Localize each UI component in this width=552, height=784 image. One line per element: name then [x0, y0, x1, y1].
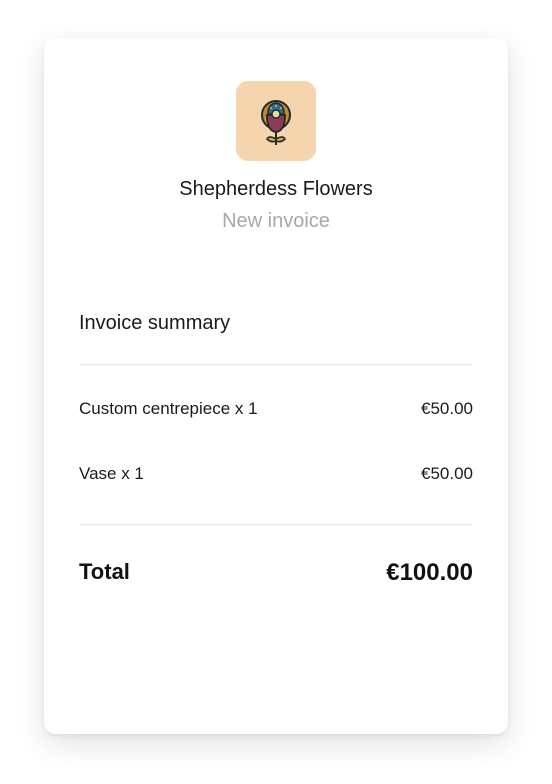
line-item: Custom centrepiece x 1 €50.00: [79, 399, 473, 419]
invoice-card: Shepherdess Flowers New invoice Invoice …: [44, 38, 508, 734]
divider: [79, 364, 473, 365]
invoice-status: New invoice: [222, 210, 330, 232]
merchant-name: Shepherdess Flowers: [179, 178, 373, 200]
invoice-summary-title: Invoice summary: [79, 312, 231, 334]
divider: [79, 524, 473, 525]
line-item-label: Vase x 1: [79, 464, 144, 483]
line-item-label: Custom centrepiece x 1: [79, 399, 258, 418]
flower-logo-icon: [261, 100, 291, 145]
line-item-amount: €50.00: [421, 464, 473, 483]
line-item-amount: €50.00: [421, 399, 473, 418]
line-item: Vase x 1 €50.00: [79, 464, 473, 484]
total-label: Total: [79, 559, 130, 584]
merchant-logo: [236, 81, 316, 161]
total-amount: €100.00: [386, 559, 473, 586]
total-row: Total €100.00: [79, 559, 473, 587]
